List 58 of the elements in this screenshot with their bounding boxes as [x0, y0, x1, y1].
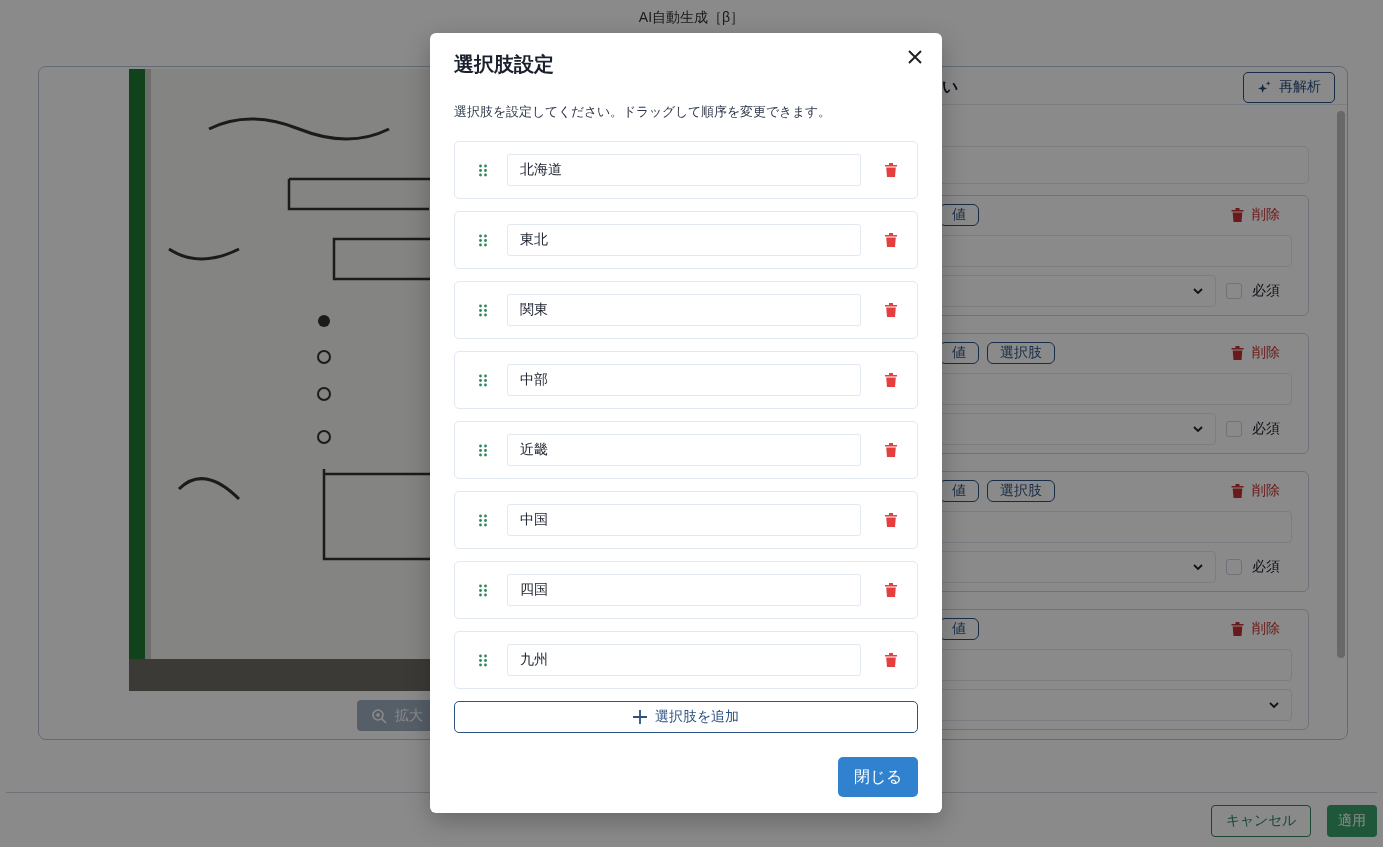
- dialog-description: 選択肢を設定してください。ドラッグして順序を変更できます。: [454, 103, 832, 121]
- option-input[interactable]: 関東: [507, 294, 861, 326]
- close-icon: [908, 50, 922, 64]
- drag-handle-icon[interactable]: [479, 373, 487, 387]
- page-title: AI自動生成［β］: [637, 8, 746, 27]
- drag-handle-icon[interactable]: [479, 513, 487, 527]
- required-checkbox[interactable]: [1226, 421, 1242, 437]
- dialog-title: 選択肢設定: [454, 52, 554, 77]
- delete-button[interactable]: 削除: [1231, 206, 1292, 224]
- required-label: 必須: [1252, 420, 1280, 438]
- option-input[interactable]: 近畿: [507, 434, 861, 466]
- option-input[interactable]: 中国: [507, 504, 861, 536]
- cancel-button[interactable]: キャンセル: [1211, 805, 1311, 837]
- panel-heading: い: [941, 76, 958, 97]
- type-tag[interactable]: 選択肢: [987, 342, 1055, 364]
- required-checkbox[interactable]: [1226, 283, 1242, 299]
- sparkle-icon: [1258, 80, 1271, 94]
- close-button[interactable]: [906, 49, 924, 65]
- plus-icon: [633, 710, 647, 724]
- drag-handle-icon[interactable]: [479, 443, 487, 457]
- chevron-down-icon: [1193, 426, 1203, 432]
- chevron-down-icon: [1193, 564, 1203, 570]
- required-label: 必須: [1252, 282, 1280, 300]
- trash-icon: [1231, 484, 1244, 498]
- trash-icon: [885, 163, 897, 177]
- close-dialog-button[interactable]: 閉じる: [838, 757, 918, 797]
- chevron-down-icon: [1193, 288, 1203, 294]
- delete-button[interactable]: 削除: [1231, 344, 1292, 362]
- delete-button[interactable]: 削除: [1231, 620, 1292, 638]
- trash-icon: [1231, 208, 1244, 222]
- chevron-down-icon: [1269, 702, 1279, 708]
- drag-handle-icon[interactable]: [479, 163, 487, 177]
- type-tag[interactable]: 選択肢: [987, 480, 1055, 502]
- drag-handle-icon[interactable]: [479, 233, 487, 247]
- required-checkbox[interactable]: [1226, 559, 1242, 575]
- option-input[interactable]: 北海道: [507, 154, 861, 186]
- trash-icon: [885, 443, 897, 457]
- trash-icon: [885, 513, 897, 527]
- trash-icon: [885, 303, 897, 317]
- trash-icon: [885, 233, 897, 247]
- option-input[interactable]: 中部: [507, 364, 861, 396]
- trash-icon: [885, 653, 897, 667]
- required-label: 必須: [1252, 558, 1280, 576]
- add-option-button[interactable]: 選択肢を追加: [454, 701, 918, 733]
- trash-icon: [885, 373, 897, 387]
- drag-handle-icon[interactable]: [479, 653, 487, 667]
- option-input[interactable]: 九州: [507, 644, 861, 676]
- trash-icon: [885, 583, 897, 597]
- drag-handle-icon[interactable]: [479, 583, 487, 597]
- delete-button[interactable]: 削除: [1231, 482, 1292, 500]
- option-input[interactable]: 東北: [507, 224, 861, 256]
- zoom-in-icon: [371, 707, 387, 724]
- option-input[interactable]: 四国: [507, 574, 861, 606]
- apply-button[interactable]: 適用: [1327, 805, 1377, 837]
- trash-icon: [1231, 346, 1244, 360]
- trash-icon: [1231, 622, 1244, 636]
- reanalyze-button[interactable]: 再解析: [1243, 71, 1335, 103]
- drag-handle-icon[interactable]: [479, 303, 487, 317]
